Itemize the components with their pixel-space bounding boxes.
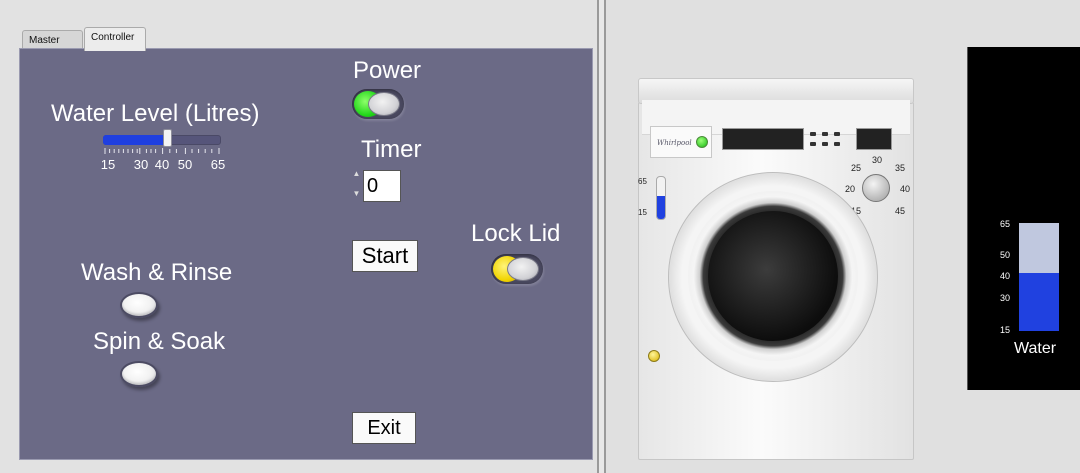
water-level-slider-ticks <box>104 148 220 154</box>
slider-tick-65: 65 <box>210 157 226 172</box>
spin-soak-label: Spin & Soak <box>93 328 226 355</box>
washer-dial-label: 35 <box>895 163 906 173</box>
slider-tick-30: 30 <box>133 157 149 172</box>
power-toggle-knob <box>368 92 400 116</box>
washer-keypad <box>810 130 850 152</box>
washer-water-gauge <box>656 176 666 220</box>
water-scale-label: 15 <box>1000 325 1011 335</box>
slider-tick-15: 15 <box>100 157 116 172</box>
washer-dial-label: 30 <box>872 155 883 165</box>
washer-display-secondary <box>856 128 892 150</box>
spin-soak-button[interactable] <box>120 361 158 387</box>
washer-dial-label: 25 <box>851 163 862 173</box>
slider-tick-50: 50 <box>177 157 193 172</box>
exit-button[interactable]: Exit <box>352 412 416 444</box>
washer-brand: Whirlpool <box>657 139 692 147</box>
timer-spinner[interactable]: ▲ ▼ <box>352 164 361 204</box>
start-button[interactable]: Start <box>352 240 418 272</box>
water-scale-label: 65 <box>1000 219 1011 229</box>
washer-dial-knob <box>862 174 890 202</box>
spinner-down-icon[interactable]: ▼ <box>352 184 361 204</box>
power-label: Power <box>353 57 422 84</box>
washer-water-gauge-fill <box>657 195 665 219</box>
water-level-slider-fill <box>103 135 167 145</box>
washer-dial-label: 40 <box>900 184 911 194</box>
washer-display <box>722 128 804 150</box>
tab-master-pin[interactable]: Master PIN <box>22 30 83 66</box>
spinner-up-icon[interactable]: ▲ <box>352 164 361 184</box>
timer-input[interactable]: 0 <box>363 170 401 202</box>
tab-controller[interactable]: Controller <box>84 27 146 51</box>
washing-machine-image: Whirlpool 65 15 25 30 35 20 40 15 45 <box>638 78 914 460</box>
washer-lock-led-icon <box>648 350 660 362</box>
water-indicator-panel <box>967 47 1080 390</box>
water-scale-label: 30 <box>1000 293 1011 303</box>
water-label: Water <box>1014 340 1057 357</box>
washer-gauge-label-65: 65 <box>638 177 647 186</box>
wash-rinse-button[interactable] <box>120 292 158 318</box>
water-scale-label: 50 <box>1000 250 1011 260</box>
slider-tick-40: 40 <box>154 157 170 172</box>
washer-dial-label: 20 <box>845 184 856 194</box>
controller-pane: Master PIN Controller Water Level (Litre… <box>0 0 600 473</box>
washer-door-glass <box>708 211 838 341</box>
washer-gauge-label-15: 15 <box>638 208 647 217</box>
water-level-label: Water Level (Litres) <box>51 100 260 127</box>
water-tank-fill <box>1019 273 1059 331</box>
power-toggle[interactable] <box>352 89 404 119</box>
water-scale-label: 40 <box>1000 271 1011 281</box>
pane-splitter[interactable] <box>597 0 606 473</box>
lock-lid-toggle[interactable] <box>491 254 543 284</box>
timer-label: Timer <box>361 136 422 163</box>
water-level-slider-thumb[interactable] <box>163 129 172 147</box>
lock-lid-toggle-knob <box>507 257 539 281</box>
washer-dial-label: 45 <box>895 206 906 216</box>
wash-rinse-label: Wash & Rinse <box>81 259 233 286</box>
washer-power-led-icon <box>696 136 708 148</box>
lock-lid-label: Lock Lid <box>471 220 561 247</box>
